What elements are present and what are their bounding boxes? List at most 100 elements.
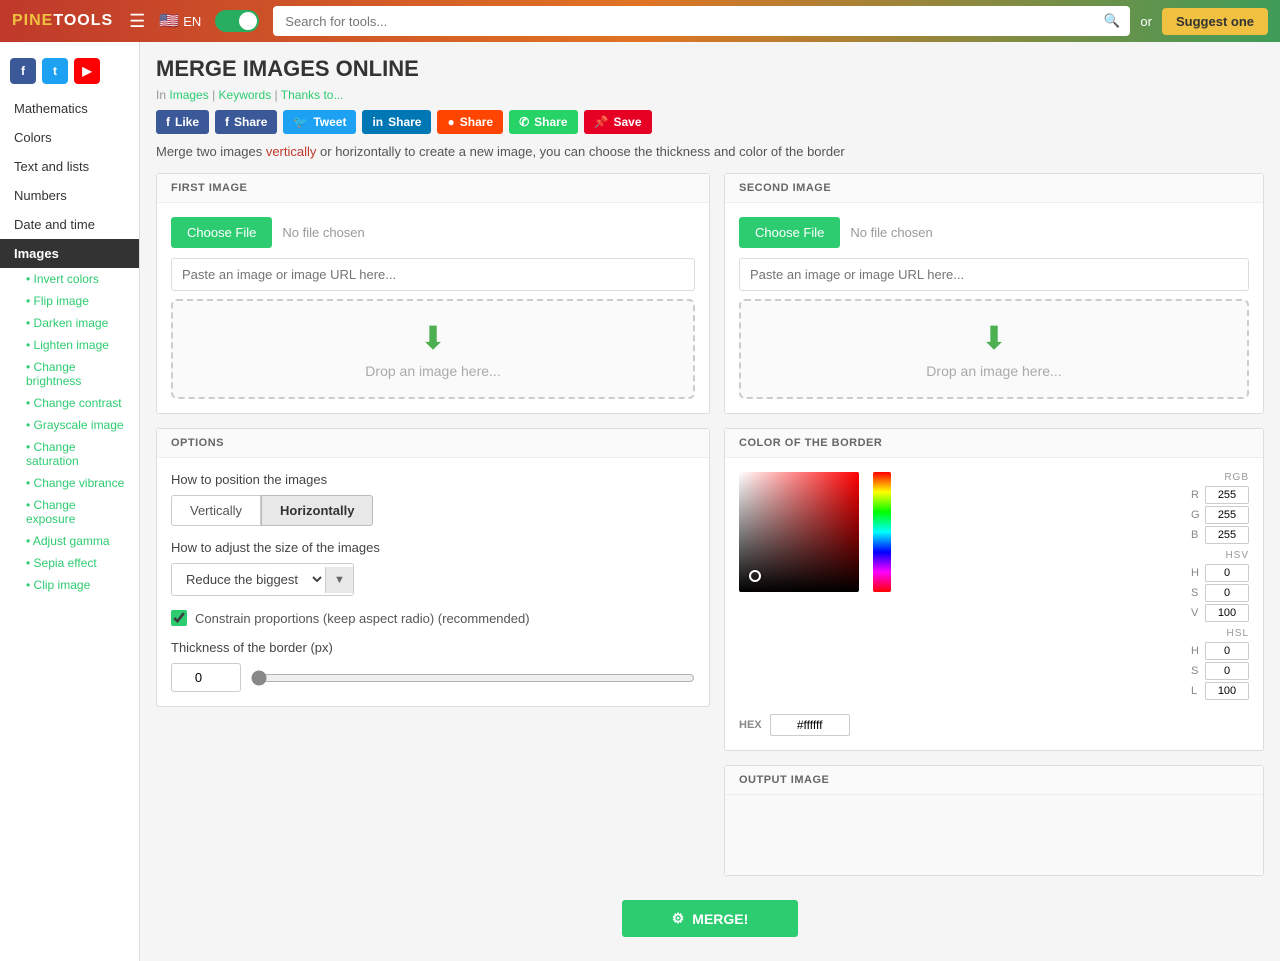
hamburger-icon[interactable]: ☰	[129, 11, 145, 32]
toggle-knob	[239, 12, 257, 30]
sidebar-sub-clip[interactable]: Clip image	[0, 574, 139, 596]
share-rd-button[interactable]: ● Share	[437, 110, 503, 134]
second-choose-file-button[interactable]: Choose File	[739, 217, 840, 248]
merge-button[interactable]: ⚙ MERGE!	[622, 900, 799, 937]
hsl-h-row: H	[905, 642, 1249, 660]
hue-bar[interactable]	[873, 472, 891, 592]
position-toggle: Vertically Horizontally	[171, 495, 695, 526]
hex-row: HEX	[739, 714, 1249, 736]
thickness-row	[171, 663, 695, 692]
hsv-v-input[interactable]	[1205, 604, 1249, 622]
hsv-v-row: V	[905, 604, 1249, 622]
hsl-group: HSL H S	[905, 628, 1249, 700]
output-section: OUTPUT IMAGE	[724, 765, 1264, 876]
sidebar-sub-brightness[interactable]: Change brightness	[0, 356, 139, 392]
b-input[interactable]	[1205, 526, 1249, 544]
rgb-g-row: G	[905, 506, 1249, 524]
thickness-slider[interactable]	[251, 670, 695, 686]
top-nav: PINETOOLS ☰ 🇺🇸 EN 🔍 or Suggest one	[0, 0, 1280, 42]
save-button[interactable]: 📌 Save	[584, 110, 652, 134]
main-layout: f t ▶ Mathematics Colors Text and lists …	[0, 42, 1280, 961]
constrain-checkbox[interactable]	[171, 610, 187, 626]
sidebar-sub-contrast[interactable]: Change contrast	[0, 392, 139, 414]
hsv-h-input[interactable]	[1205, 564, 1249, 582]
sidebar-item-numbers[interactable]: Numbers	[0, 181, 139, 210]
sidebar-sub-exposure[interactable]: Change exposure	[0, 494, 139, 530]
suggest-button[interactable]: Suggest one	[1162, 8, 1268, 35]
search-button[interactable]: 🔍	[1094, 6, 1131, 36]
sidebar: f t ▶ Mathematics Colors Text and lists …	[0, 42, 140, 961]
share-wa-button[interactable]: ✆ Share	[509, 110, 577, 134]
like-label: Like	[175, 115, 199, 129]
sidebar-sub-darken[interactable]: Darken image	[0, 312, 139, 334]
position-label: How to position the images	[171, 472, 695, 487]
sidebar-sub-saturation[interactable]: Change saturation	[0, 436, 139, 472]
sidebar-sub-gamma[interactable]: Adjust gamma	[0, 530, 139, 552]
r-input[interactable]	[1205, 486, 1249, 504]
second-image-url-input[interactable]	[739, 258, 1249, 291]
sidebar-item-colors[interactable]: Colors	[0, 123, 139, 152]
first-choose-file-button[interactable]: Choose File	[171, 217, 272, 248]
size-select[interactable]: Reduce the biggest	[172, 564, 325, 595]
select-arrow-icon: ▼	[325, 567, 353, 593]
hsl-s-input[interactable]	[1205, 662, 1249, 680]
color-border-header: COLOR OF THE BORDER	[725, 429, 1263, 458]
share-wa-label: Share	[534, 115, 567, 129]
social-icons: f t ▶	[0, 50, 139, 94]
hsv-h-label: H	[1191, 567, 1201, 579]
first-image-drop-area[interactable]: ⬇ Drop an image here...	[171, 299, 695, 399]
g-input[interactable]	[1205, 506, 1249, 524]
sidebar-sub-vibrance[interactable]: Change vibrance	[0, 472, 139, 494]
rgb-b-row: B	[905, 526, 1249, 544]
second-image-header: SECOND IMAGE	[725, 174, 1263, 203]
breadcrumb-thanks[interactable]: Thanks to...	[281, 88, 344, 102]
r-label: R	[1191, 489, 1201, 501]
hsv-v-label: V	[1191, 607, 1201, 619]
breadcrumb-images[interactable]: Images	[169, 88, 208, 102]
sidebar-sub-lighten[interactable]: Lighten image	[0, 334, 139, 356]
sidebar-item-mathematics[interactable]: Mathematics	[0, 94, 139, 123]
sidebar-sub-sepia[interactable]: Sepia effect	[0, 552, 139, 574]
first-image-url-input[interactable]	[171, 258, 695, 291]
share-li-label: Share	[388, 115, 421, 129]
hex-input[interactable]	[770, 714, 850, 736]
sidebar-item-images[interactable]: Images	[0, 239, 139, 268]
like-button[interactable]: f Like	[156, 110, 209, 134]
first-image-upload-row: Choose File No file chosen	[171, 217, 695, 248]
sidebar-sub-flip[interactable]: Flip image	[0, 290, 139, 312]
hex-label: HEX	[739, 719, 762, 731]
youtube-icon[interactable]: ▶	[74, 58, 100, 84]
fb-share-icon: f	[166, 115, 170, 129]
facebook-icon[interactable]: f	[10, 58, 36, 84]
first-image-header: FIRST IMAGE	[157, 174, 709, 203]
hsv-s-row: S	[905, 584, 1249, 602]
thickness-input[interactable]	[171, 663, 241, 692]
logo-tools: TOOLS	[53, 12, 113, 29]
sidebar-sub-grayscale[interactable]: Grayscale image	[0, 414, 139, 436]
hsl-h-input[interactable]	[1205, 642, 1249, 660]
share-rd-label: Share	[460, 115, 493, 129]
share-li-button[interactable]: in Share	[362, 110, 431, 134]
breadcrumb-keywords[interactable]: Keywords	[219, 88, 272, 102]
search-input[interactable]	[273, 6, 1094, 36]
twitter-icon[interactable]: t	[42, 58, 68, 84]
sidebar-sub-invert[interactable]: Invert colors	[0, 268, 139, 290]
vertical-button[interactable]: Vertically	[171, 495, 261, 526]
horizontal-button[interactable]: Horizontally	[261, 495, 373, 526]
g-label: G	[1191, 509, 1201, 521]
language-button[interactable]: 🇺🇸 EN	[159, 11, 201, 31]
options-section: OPTIONS How to position the images Verti…	[156, 428, 710, 707]
share-fb-label: Share	[234, 115, 267, 129]
hsv-s-input[interactable]	[1205, 584, 1249, 602]
theme-toggle[interactable]	[215, 10, 259, 32]
second-image-drop-area[interactable]: ⬇ Drop an image here...	[739, 299, 1249, 399]
share-fb-button[interactable]: f Share	[215, 110, 277, 134]
sidebar-item-date[interactable]: Date and time	[0, 210, 139, 239]
sidebar-item-text[interactable]: Text and lists	[0, 152, 139, 181]
tweet-button[interactable]: 🐦 Tweet	[283, 110, 356, 134]
color-gradient-picker[interactable]	[739, 472, 859, 592]
vertically-link[interactable]: vertically	[266, 144, 317, 159]
b-label: B	[1191, 529, 1201, 541]
breadcrumb: In Images | Keywords | Thanks to...	[156, 88, 1264, 102]
hsl-l-input[interactable]	[1205, 682, 1249, 700]
